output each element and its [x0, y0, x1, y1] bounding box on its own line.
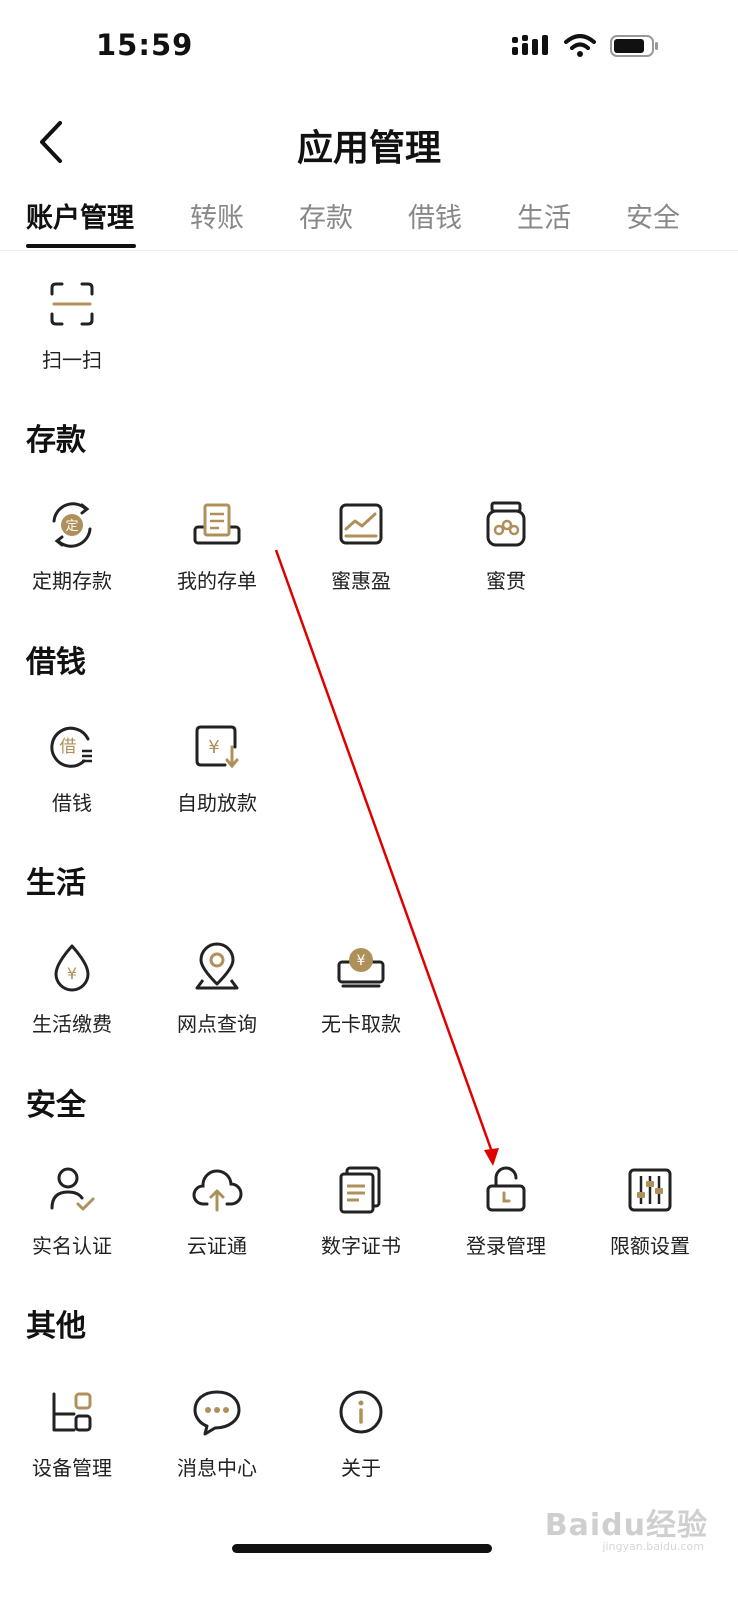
tab-life[interactable]: 生活: [517, 196, 571, 235]
digital-certificate-item[interactable]: 数字证书: [301, 1162, 421, 1272]
tab-borrow[interactable]: 借钱: [408, 196, 462, 235]
cloud-upload-icon: [192, 1169, 243, 1212]
device-management-label: 设备管理: [32, 1456, 112, 1480]
borrow-item[interactable]: 借 借钱: [12, 719, 132, 829]
status-icons: [512, 34, 660, 58]
lock-icon: [486, 1166, 526, 1212]
certificate-icon: [339, 1166, 381, 1214]
tab-security[interactable]: 安全: [626, 196, 680, 235]
battery-icon: [610, 35, 658, 57]
scan-icon: [50, 282, 94, 326]
message-icon: [193, 1390, 241, 1436]
svg-text:借: 借: [60, 737, 77, 757]
watermark-url: jingyan.baidu.com: [602, 1540, 704, 1553]
bill-payment-icon: ¥: [54, 944, 90, 992]
info-icon: [339, 1390, 383, 1434]
branch-search-item[interactable]: 网点查询: [157, 940, 277, 1050]
miguan-label: 蜜贯: [486, 569, 526, 593]
tab-deposit[interactable]: 存款: [299, 196, 353, 235]
cardless-withdrawal-label: 无卡取款: [321, 1012, 401, 1036]
device-management-item[interactable]: 设备管理: [12, 1384, 132, 1494]
user-verify-icon: [50, 1167, 95, 1211]
mihuiying-item[interactable]: 蜜惠盈: [301, 497, 421, 607]
svg-text:¥: ¥: [67, 964, 77, 983]
mihuiying-label: 蜜惠盈: [331, 569, 391, 593]
tab-account-management[interactable]: 账户管理: [26, 196, 134, 235]
chart-icon: [339, 503, 383, 545]
tab-bar: 账户管理 转账 存款 借钱 生活 安全: [0, 188, 738, 251]
nav-bar: 应用管理: [0, 105, 738, 185]
borrow-label: 借钱: [52, 791, 92, 815]
self-loan-item[interactable]: ¥ 自助放款: [157, 719, 277, 829]
cloud-cert-label: 云证通: [187, 1234, 247, 1258]
about-item[interactable]: 关于: [301, 1384, 421, 1494]
fixed-deposit-icon: 定: [52, 502, 92, 548]
bill-payment-item[interactable]: ¥ 生活缴费: [12, 940, 132, 1050]
real-name-verify-label: 实名认证: [32, 1234, 112, 1258]
cardless-withdrawal-icon: ¥: [337, 948, 385, 988]
miguan-item[interactable]: 蜜贯: [446, 497, 566, 607]
svg-text:定: 定: [65, 519, 78, 534]
scan-item[interactable]: 扫一扫: [12, 276, 132, 386]
location-icon: [195, 942, 239, 990]
section-title-life: 生活: [26, 866, 86, 901]
page-title: 应用管理: [296, 128, 441, 169]
status-time: 15:59: [96, 28, 194, 62]
login-management-item[interactable]: 登录管理: [446, 1162, 566, 1272]
scan-label: 扫一扫: [42, 348, 102, 372]
active-tab-indicator: [26, 244, 136, 248]
login-management-label: 登录管理: [466, 1234, 546, 1258]
branch-search-label: 网点查询: [177, 1012, 257, 1036]
svg-text:¥: ¥: [208, 737, 219, 758]
sliders-icon: [628, 1168, 672, 1212]
svg-text:¥: ¥: [357, 953, 366, 969]
cellular-signal-icon: [512, 35, 548, 55]
section-title-security: 安全: [26, 1088, 86, 1123]
tab-transfer[interactable]: 转账: [190, 196, 244, 235]
watermark: Baidu经验: [544, 1508, 708, 1543]
about-label: 关于: [341, 1456, 381, 1480]
deposit-slip-icon: [193, 503, 241, 545]
cloud-cert-item[interactable]: 云证通: [157, 1162, 277, 1272]
device-icon: [52, 1392, 92, 1432]
fixed-deposit-label: 定期存款: [32, 569, 112, 593]
self-loan-icon: ¥: [195, 725, 239, 769]
jar-icon: [486, 501, 526, 547]
real-name-verify-item[interactable]: 实名认证: [12, 1162, 132, 1272]
cardless-withdrawal-item[interactable]: ¥ 无卡取款: [301, 940, 421, 1050]
section-title-borrow: 借钱: [26, 645, 86, 680]
home-indicator: [232, 1544, 492, 1553]
deposit-slip-item[interactable]: 我的存单: [157, 497, 277, 607]
fixed-deposit-item[interactable]: 定 定期存款: [12, 497, 132, 607]
bill-payment-label: 生活缴费: [32, 1012, 112, 1036]
message-center-label: 消息中心: [177, 1456, 257, 1480]
wifi-icon: [564, 34, 596, 57]
message-center-item[interactable]: 消息中心: [157, 1384, 277, 1494]
status-bar: 15:59: [0, 0, 738, 100]
section-title-other: 其他: [26, 1309, 86, 1344]
section-title-deposit: 存款: [26, 423, 86, 458]
limit-settings-label: 限额设置: [610, 1234, 690, 1258]
deposit-slip-label: 我的存单: [177, 569, 257, 593]
limit-settings-item[interactable]: 限额设置: [590, 1162, 710, 1272]
digital-certificate-label: 数字证书: [321, 1234, 401, 1258]
self-loan-label: 自助放款: [177, 791, 257, 815]
borrow-icon: 借: [50, 726, 92, 768]
